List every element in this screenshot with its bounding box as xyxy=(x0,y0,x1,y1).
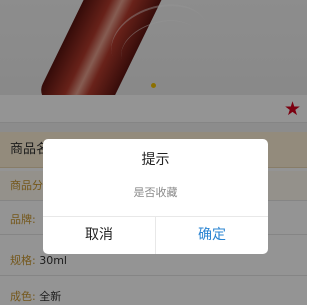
app-root: ★ 商品名 商品分 品牌: 规格: 30ml 成色: 全新 提示 是否收藏 取消… xyxy=(0,0,307,305)
dialog-message: 是否收藏 xyxy=(133,186,178,199)
dialog-title: 提示 xyxy=(141,152,170,168)
confirm-button[interactable]: 确定 xyxy=(156,217,268,254)
confirm-dialog: 提示 是否收藏 取消 确定 xyxy=(43,139,268,254)
cancel-button[interactable]: 取消 xyxy=(43,217,155,254)
